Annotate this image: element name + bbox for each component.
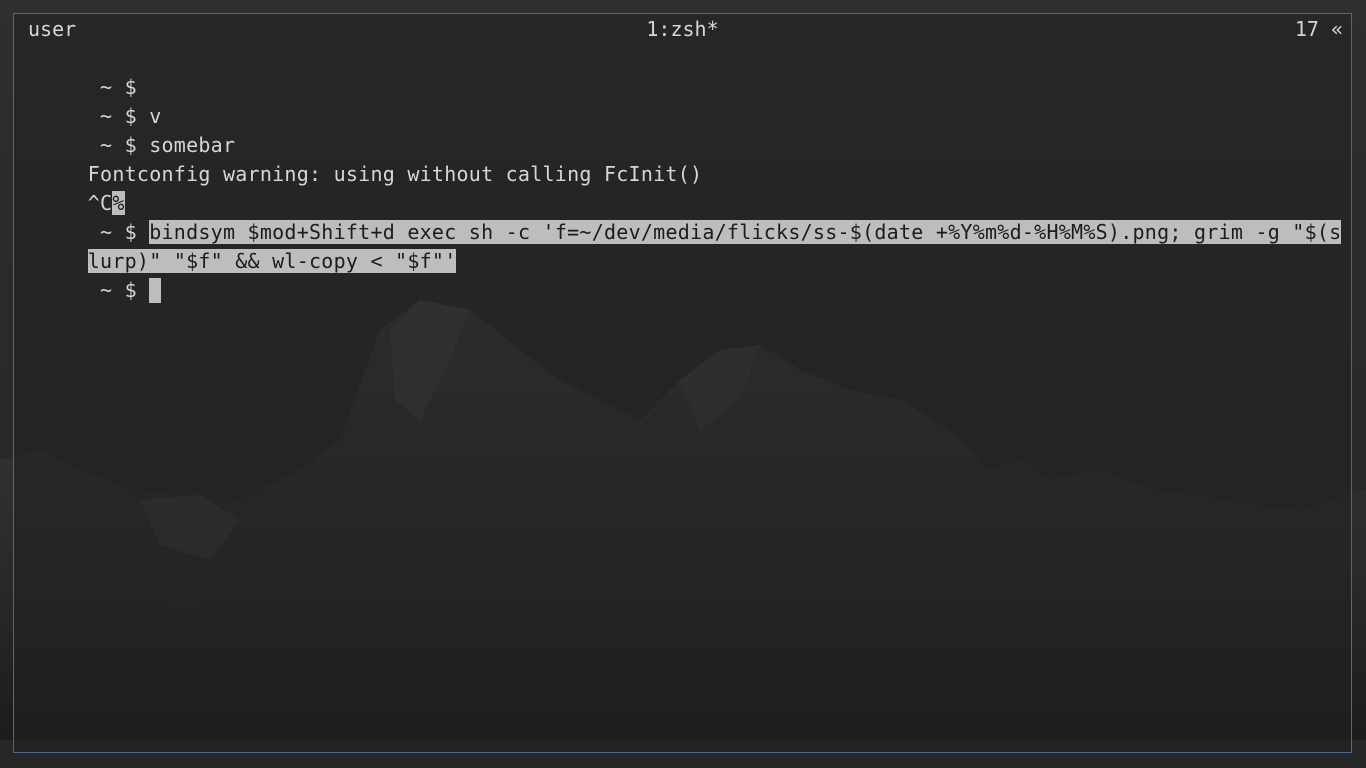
status-right: 17 « — [1294, 17, 1343, 41]
desktop: user 1:zsh* 17 « ~ $ ~ $ v ~ $ somebar F… — [0, 0, 1366, 768]
window-tab[interactable]: 1:zsh* — [14, 15, 1351, 44]
terminal-line: ~ $ v — [14, 73, 162, 128]
output-text: Fontconfig warning: using without callin… — [87, 162, 703, 186]
terminal-line: Fontconfig warning: using without callin… — [14, 131, 702, 186]
terminal-line: ^C% — [14, 160, 125, 215]
session-name: user — [28, 17, 77, 41]
terminal-line: lurp)" "$f" && wl-copy < "$f"' — [14, 218, 457, 273]
terminal-line: ~ $ — [14, 247, 162, 303]
prompt: ~ $ — [87, 278, 150, 302]
terminal-window[interactable]: user 1:zsh* 17 « ~ $ ~ $ v ~ $ somebar F… — [13, 13, 1352, 753]
text-cursor — [149, 278, 162, 303]
terminal-line: ~ $ bindsym $mod+Shift+d exec sh -c 'f=~… — [14, 189, 1342, 244]
terminal-line: ~ $ — [14, 44, 149, 99]
terminal-line: ~ $ somebar — [14, 102, 235, 157]
